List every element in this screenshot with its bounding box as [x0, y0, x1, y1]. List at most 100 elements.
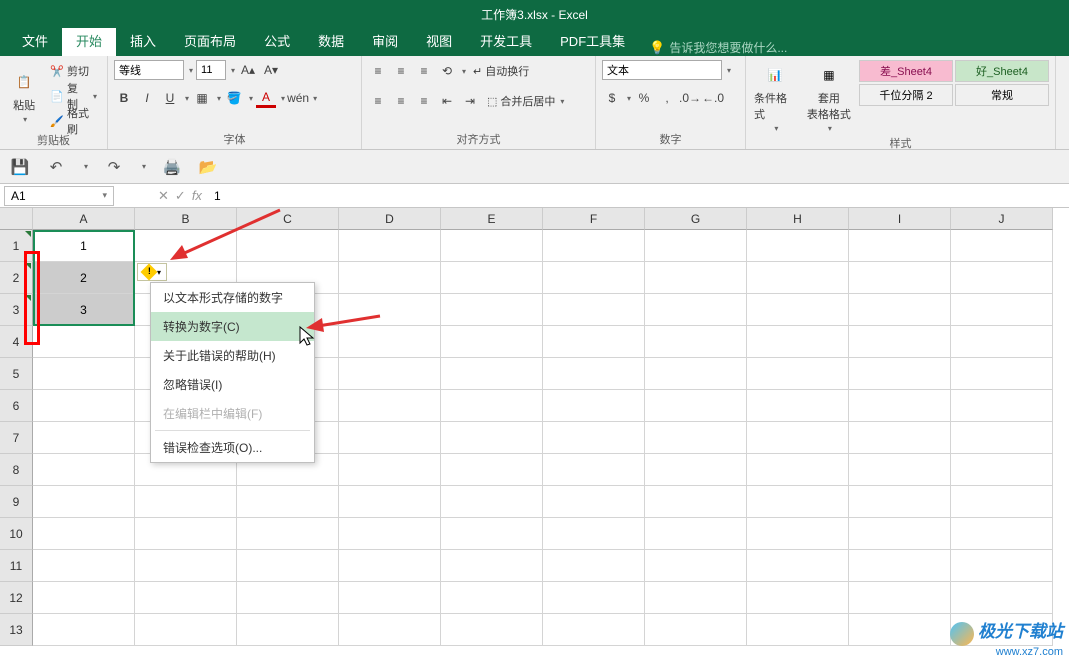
title-bar: 工作簿3.xlsx - Excel: [0, 0, 1069, 28]
italic-icon[interactable]: I: [137, 88, 157, 108]
row-header-3[interactable]: 3: [0, 294, 33, 326]
formula-bar: A1 ▾ ✕ ✓ fx 1: [0, 184, 1069, 208]
col-header-I[interactable]: I: [849, 208, 951, 230]
tab-pagelayout[interactable]: 页面布局: [170, 25, 250, 56]
orientation-icon[interactable]: ⟲: [437, 61, 457, 81]
increase-decimal-icon[interactable]: .0→: [680, 88, 700, 108]
enter-icon[interactable]: ✓: [175, 188, 186, 204]
copy-button[interactable]: 📄复制▾: [46, 85, 101, 107]
watermark-icon: [950, 622, 974, 646]
row-header-8[interactable]: 8: [0, 454, 33, 486]
cell-A2[interactable]: 2: [33, 262, 135, 294]
row-header-5[interactable]: 5: [0, 358, 33, 390]
col-header-F[interactable]: F: [543, 208, 645, 230]
ctx-ignore[interactable]: 忽略错误(I): [151, 370, 314, 399]
tab-insert[interactable]: 插入: [116, 25, 170, 56]
tab-formulas[interactable]: 公式: [250, 25, 304, 56]
font-color-icon[interactable]: A: [256, 88, 276, 108]
name-box[interactable]: A1 ▾: [4, 186, 114, 206]
paste-button[interactable]: 📋 粘贴 ▾: [6, 60, 42, 132]
col-header-E[interactable]: E: [441, 208, 543, 230]
ctx-error-options[interactable]: 错误检查选项(O)...: [151, 433, 314, 462]
error-context-menu: 以文本形式存储的数字 转换为数字(C) 关于此错误的帮助(H) 忽略错误(I) …: [150, 282, 315, 463]
fill-color-icon[interactable]: 🪣: [224, 88, 244, 108]
indent-decrease-icon[interactable]: ⇤: [437, 91, 457, 111]
align-center-icon[interactable]: ≡: [391, 91, 411, 111]
row-header-11[interactable]: 11: [0, 550, 33, 582]
cut-button[interactable]: ✂️剪切: [46, 60, 101, 82]
col-header-H[interactable]: H: [747, 208, 849, 230]
wrap-text-button[interactable]: ↵自动换行: [469, 60, 533, 82]
tab-pdf[interactable]: PDF工具集: [546, 25, 639, 56]
cell-A1[interactable]: 1: [33, 230, 135, 262]
row-header-7[interactable]: 7: [0, 422, 33, 454]
tab-view[interactable]: 视图: [412, 25, 466, 56]
border-icon[interactable]: ▦: [192, 88, 212, 108]
fx-icon[interactable]: fx: [192, 188, 202, 203]
style-thousand[interactable]: 千位分隔 2: [859, 84, 953, 106]
col-header-B[interactable]: B: [135, 208, 237, 230]
format-painter-button[interactable]: 🖌️格式刷: [46, 110, 101, 132]
save-icon[interactable]: 💾: [10, 157, 30, 177]
tab-developer[interactable]: 开发工具: [466, 25, 546, 56]
increase-font-icon[interactable]: A▴: [238, 60, 258, 80]
row-header-13[interactable]: 13: [0, 614, 33, 646]
phonetic-icon[interactable]: wén: [288, 88, 308, 108]
print-preview-icon[interactable]: 🖨️: [162, 157, 182, 177]
row-header-9[interactable]: 9: [0, 486, 33, 518]
tab-review[interactable]: 审阅: [358, 25, 412, 56]
cancel-icon[interactable]: ✕: [158, 188, 169, 204]
format-table-button[interactable]: ▦ 套用 表格格式▾: [803, 60, 855, 135]
decrease-decimal-icon[interactable]: ←.0: [703, 88, 723, 108]
currency-icon[interactable]: $: [602, 88, 622, 108]
col-header-C[interactable]: C: [237, 208, 339, 230]
col-header-D[interactable]: D: [339, 208, 441, 230]
tab-file[interactable]: 文件: [8, 25, 62, 56]
tab-home[interactable]: 开始: [62, 25, 116, 56]
col-header-G[interactable]: G: [645, 208, 747, 230]
align-left-icon[interactable]: ≡: [368, 91, 388, 111]
ctx-separator: [155, 430, 310, 431]
col-header-J[interactable]: J: [951, 208, 1053, 230]
ctx-help[interactable]: 关于此错误的帮助(H): [151, 341, 314, 370]
undo-icon[interactable]: ↶: [46, 157, 66, 177]
row-header-12[interactable]: 12: [0, 582, 33, 614]
row-header-6[interactable]: 6: [0, 390, 33, 422]
conditional-format-button[interactable]: 📊 条件格式▾: [752, 60, 799, 135]
redo-icon[interactable]: ↷: [104, 157, 124, 177]
percent-icon[interactable]: %: [634, 88, 654, 108]
row-header-10[interactable]: 10: [0, 518, 33, 550]
error-indicator-button[interactable]: ▾: [137, 263, 167, 281]
formula-input[interactable]: 1: [214, 189, 221, 203]
row-header-4[interactable]: 4: [0, 326, 33, 358]
style-good[interactable]: 好_Sheet4: [955, 60, 1049, 82]
cell-A3[interactable]: 3: [33, 294, 135, 326]
number-format-combo[interactable]: [602, 60, 722, 80]
row-header-1[interactable]: 1: [0, 230, 33, 262]
underline-icon[interactable]: U: [160, 88, 180, 108]
col-header-A[interactable]: A: [33, 208, 135, 230]
number-label: 数字: [602, 131, 739, 149]
align-top-icon[interactable]: ≡: [368, 61, 388, 81]
select-all-corner[interactable]: [0, 208, 33, 230]
tell-me[interactable]: 💡 告诉我您想要做什么...: [649, 39, 787, 56]
indent-increase-icon[interactable]: ⇥: [460, 91, 480, 111]
merge-center-button[interactable]: ⬚合并后居中▾: [483, 90, 568, 112]
align-middle-icon[interactable]: ≡: [391, 61, 411, 81]
row-header-2[interactable]: 2: [0, 262, 33, 294]
font-name-combo[interactable]: [114, 60, 184, 80]
style-normal[interactable]: 常规: [955, 84, 1049, 106]
bold-icon[interactable]: B: [114, 88, 134, 108]
font-size-combo[interactable]: [196, 60, 226, 80]
decrease-font-icon[interactable]: A▾: [261, 60, 281, 80]
comma-icon[interactable]: ,: [657, 88, 677, 108]
cell-B1[interactable]: [135, 230, 237, 262]
align-right-icon[interactable]: ≡: [414, 91, 434, 111]
ctx-convert-to-number[interactable]: 转换为数字(C): [151, 312, 314, 341]
text-triangle-icon: [25, 295, 31, 301]
paste-icon: 📋: [11, 69, 37, 95]
align-bottom-icon[interactable]: ≡: [414, 61, 434, 81]
style-bad[interactable]: 差_Sheet4: [859, 60, 953, 82]
tab-data[interactable]: 数据: [304, 25, 358, 56]
open-icon[interactable]: 📂: [198, 157, 218, 177]
